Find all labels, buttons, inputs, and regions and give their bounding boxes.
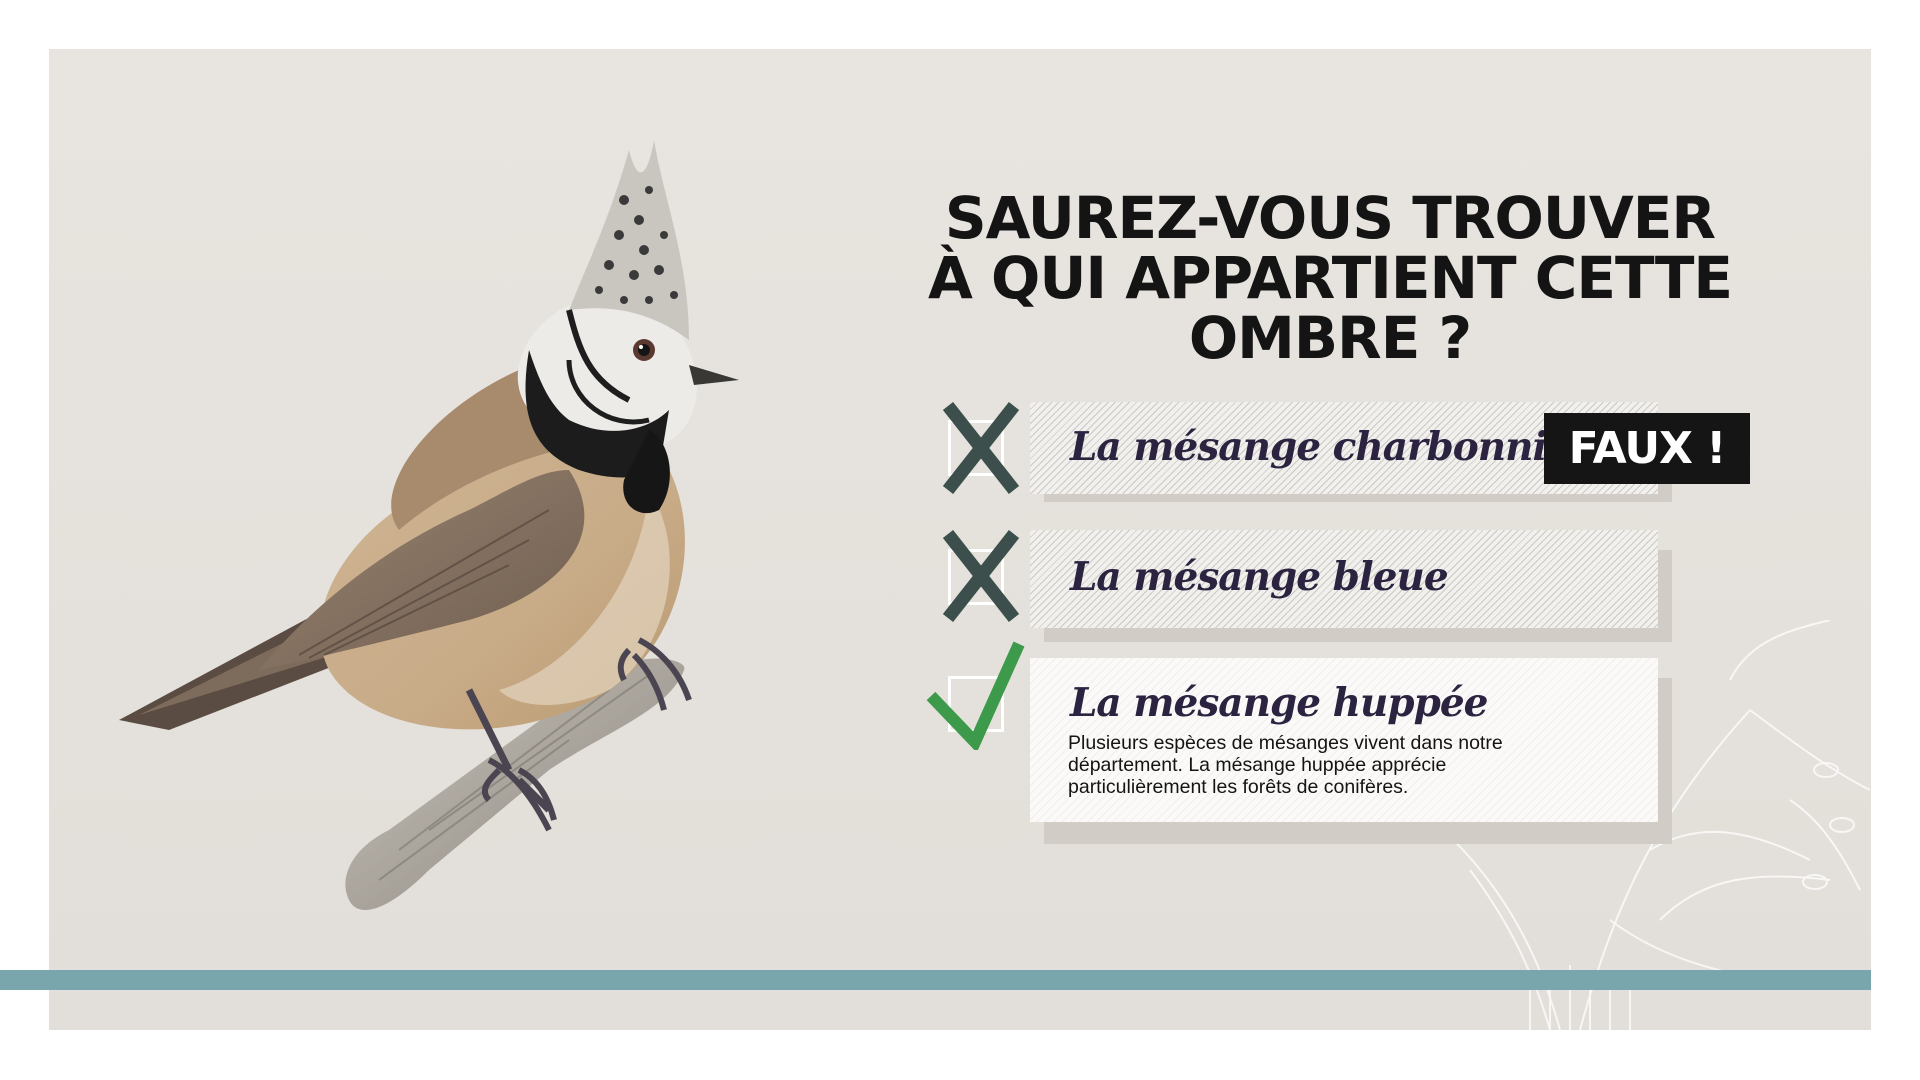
crested-tit-bird-illustration (119, 140, 739, 910)
cross-icon (942, 530, 1020, 622)
title-line-2: À QUI APPARTIENT CETTE OMBRE ? (927, 244, 1733, 372)
cross-icon (942, 402, 1020, 494)
explanation-line-1: Plusieurs espèces de mésanges vivent dan… (1068, 732, 1503, 754)
answer-card[interactable]: La mésange bleue (1030, 530, 1658, 628)
explanation-line-3: particulièrement les forêts de conifères… (1068, 776, 1409, 798)
check-icon (926, 641, 1025, 750)
answer-card[interactable]: La mésange huppée Plusieurs espèces de m… (1030, 658, 1658, 822)
answer-label: La mésange charbonnière (1070, 424, 1614, 470)
quiz-title: SAUREZ-VOUS TROUVER À QUI APPARTIENT CET… (820, 188, 1840, 368)
explanation-line-2: département. La mésange huppée apprécie (1068, 754, 1447, 776)
title-line-1: SAUREZ-VOUS TROUVER (944, 184, 1716, 252)
accent-bar (0, 970, 1871, 990)
verdict-badge: FAUX ! (1544, 413, 1750, 484)
answer-explanation: Plusieurs espèces de mésanges vivent dan… (1068, 732, 1588, 798)
answer-label: La mésange huppée (1070, 680, 1488, 726)
answer-label: La mésange bleue (1070, 554, 1449, 600)
